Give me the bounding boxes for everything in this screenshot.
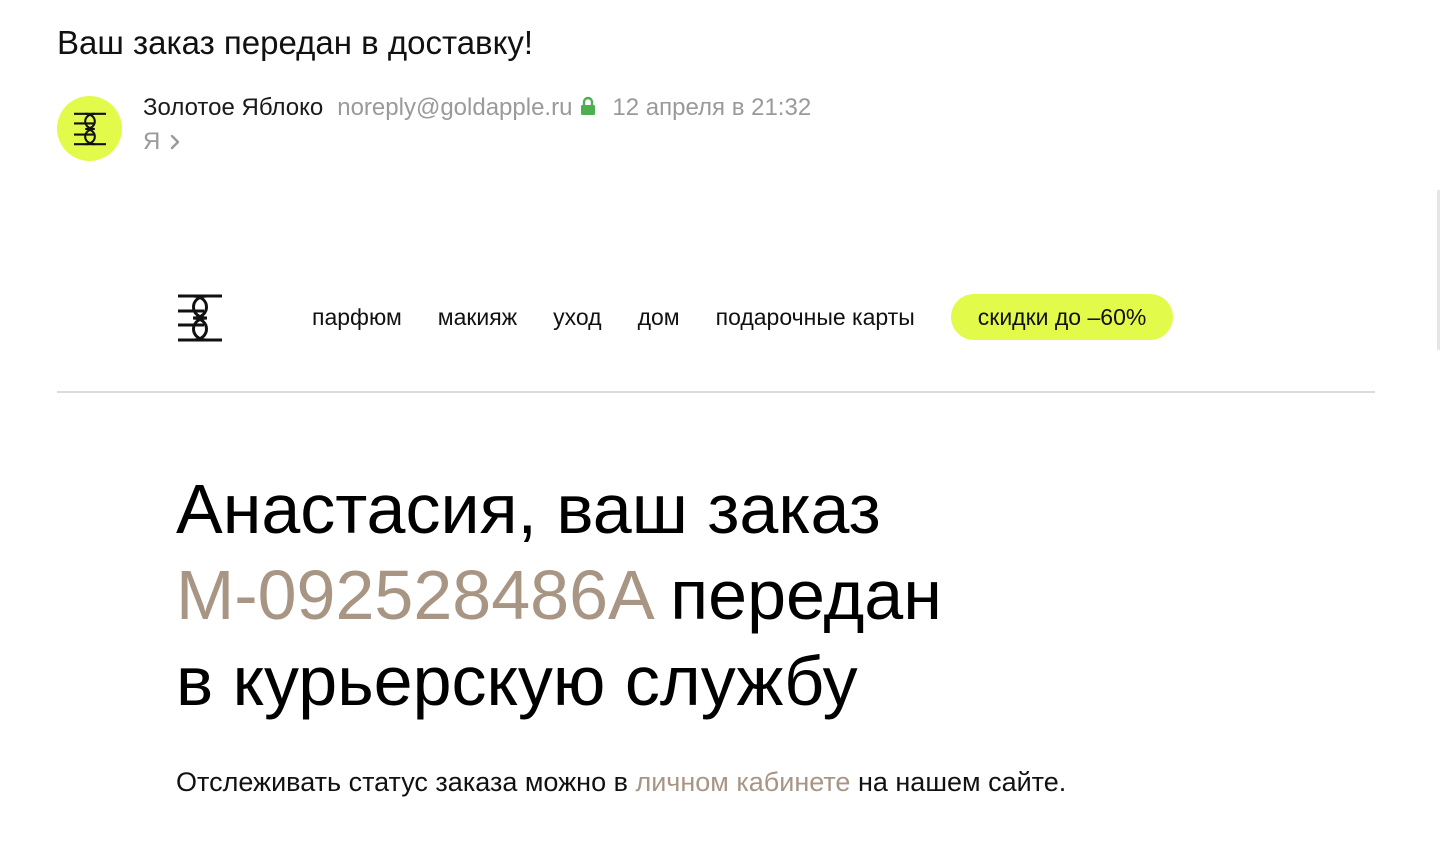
personal-account-link[interactable]: личном кабинете — [635, 767, 850, 797]
nav-item-home[interactable]: дом — [638, 304, 680, 331]
nav-item-gift-cards[interactable]: подарочные карты — [716, 304, 915, 331]
order-number: M-092528486A — [176, 556, 651, 634]
divider — [57, 391, 1375, 393]
sender-line: Золотое Яблоко noreply@goldapple.ru 12 а… — [143, 93, 811, 123]
recipient-label: Я — [143, 128, 161, 155]
nav-item-makeup[interactable]: макияж — [438, 304, 517, 331]
nav-item-care[interactable]: уход — [553, 304, 601, 331]
headline-line-1: Анастасия, ваш заказ — [176, 470, 881, 548]
sender-email[interactable]: noreply@goldapple.ru — [337, 94, 572, 122]
goldapple-logo-icon — [73, 112, 106, 145]
headline-line-2-rest: передан — [670, 556, 942, 634]
email-date: 12 апреля в 21:32 — [612, 94, 812, 121]
tracking-text: Отслеживать статус заказа можно в личном… — [176, 764, 1066, 800]
headline-line-3: в курьерскую службу — [176, 642, 858, 720]
lock-icon — [580, 95, 596, 123]
tracking-text-after: на нашем сайте. — [857, 767, 1067, 797]
order-headline: Анастасия, ваш заказ M-092528486A переда… — [176, 466, 1176, 724]
tracking-text-before: Отслеживать статус заказа можно в — [176, 767, 628, 797]
sale-button[interactable]: скидки до –60% — [950, 294, 1174, 340]
headline-line-2: M-092528486A передан — [176, 552, 1176, 638]
chevron-right-icon — [170, 129, 180, 157]
email-subject: Ваш заказ передан в доставку! — [57, 24, 534, 61]
sender-avatar[interactable] — [57, 96, 122, 161]
recipient-toggle[interactable]: Я — [143, 127, 180, 157]
goldapple-logo-icon — [178, 294, 222, 342]
nav-item-perfume[interactable]: парфюм — [312, 304, 402, 331]
sender-name[interactable]: Золотое Яблоко — [143, 94, 323, 122]
brand-logo[interactable] — [176, 293, 224, 343]
category-nav: парфюм макияж уход дом подарочные карты … — [312, 294, 1174, 340]
